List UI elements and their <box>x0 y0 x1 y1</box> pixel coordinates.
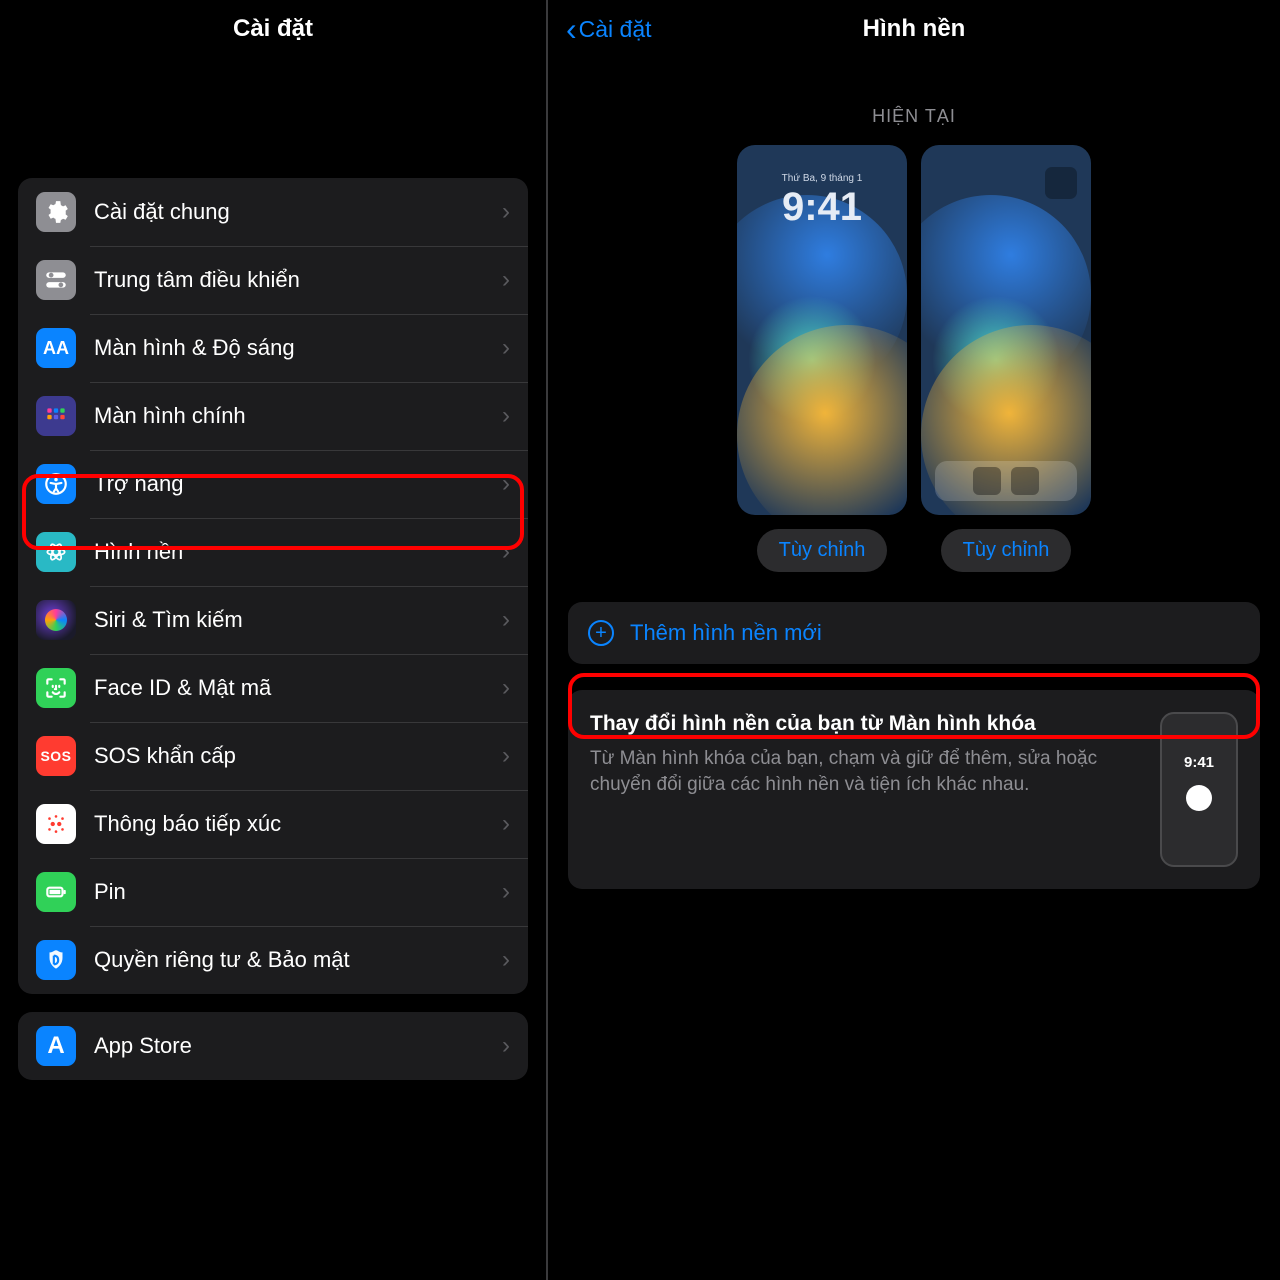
tip-body: Từ Màn hình khóa của bạn, chạm và giữ để… <box>590 746 1140 797</box>
back-button[interactable]: ‹ Cài đặt <box>566 13 652 45</box>
home-screen-icon <box>36 396 76 436</box>
chevron-right-icon: › <box>502 198 510 226</box>
chevron-right-icon: › <box>502 946 510 974</box>
add-wallpaper-button[interactable]: + Thêm hình nền mới <box>568 602 1260 664</box>
back-label: Cài đặt <box>579 16 652 43</box>
settings-row-privacy[interactable]: Quyền riêng tư & Bảo mật › <box>18 926 528 994</box>
row-label: Hình nền <box>94 539 502 565</box>
privacy-icon <box>36 940 76 980</box>
settings-row-siri[interactable]: Siri & Tìm kiếm › <box>18 586 528 654</box>
row-label: Siri & Tìm kiếm <box>94 607 502 633</box>
display-icon: AA <box>36 328 76 368</box>
settings-row-faceid[interactable]: Face ID & Mật mã › <box>18 654 528 722</box>
settings-row-accessibility[interactable]: Trợ năng › <box>18 450 528 518</box>
appstore-icon: A <box>36 1026 76 1066</box>
wallpaper-pane: ‹ Cài đặt Hình nền HIỆN TẠI Thứ Ba, 9 th… <box>548 0 1280 1280</box>
row-label: Màn hình & Độ sáng <box>94 335 502 361</box>
add-wallpaper-label: Thêm hình nền mới <box>630 620 822 646</box>
settings-row-control-center[interactable]: Trung tâm điều khiển › <box>18 246 528 314</box>
lock-date: Thứ Ba, 9 tháng 1 <box>737 173 907 184</box>
settings-row-sos[interactable]: SOS SOS khẩn cấp › <box>18 722 528 790</box>
cursor-dot-icon <box>1186 785 1212 811</box>
settings-row-display[interactable]: AA Màn hình & Độ sáng › <box>18 314 528 382</box>
row-label: Trung tâm điều khiển <box>94 267 502 293</box>
tip-time: 9:41 <box>1184 754 1214 771</box>
chevron-left-icon: ‹ <box>566 13 577 45</box>
accessibility-icon <box>36 464 76 504</box>
row-label: App Store <box>94 1033 502 1059</box>
customize-lock-button[interactable]: Tùy chỉnh <box>757 529 888 572</box>
lock-screen-preview[interactable]: Thứ Ba, 9 tháng 1 9:41 Tùy chỉnh <box>737 145 907 572</box>
settings-row-appstore[interactable]: A App Store › <box>18 1012 528 1080</box>
row-label: SOS khẩn cấp <box>94 743 502 769</box>
settings-row-general[interactable]: Cài đặt chung › <box>18 178 528 246</box>
settings-group-next: A App Store › <box>18 1012 528 1080</box>
chevron-right-icon: › <box>502 606 510 634</box>
home-screen-preview[interactable]: Tùy chỉnh <box>921 145 1091 572</box>
wallpaper-icon <box>36 532 76 572</box>
lock-thumb: Thứ Ba, 9 tháng 1 9:41 <box>737 145 907 515</box>
row-label: Thông báo tiếp xúc <box>94 811 502 837</box>
sos-icon: SOS <box>36 736 76 776</box>
row-label: Trợ năng <box>94 471 502 497</box>
settings-row-wallpaper[interactable]: Hình nền › <box>18 518 528 586</box>
row-label: Màn hình chính <box>94 403 502 429</box>
row-label: Face ID & Mật mã <box>94 675 502 701</box>
faceid-icon <box>36 668 76 708</box>
tip-text: Thay đổi hình nền của bạn từ Màn hình kh… <box>590 712 1140 867</box>
row-label: Quyền riêng tư & Bảo mật <box>94 947 502 973</box>
settings-group: Cài đặt chung › Trung tâm điều khiển › A… <box>18 178 528 994</box>
exposure-icon <box>36 804 76 844</box>
wallpaper-previews: Thứ Ba, 9 tháng 1 9:41 Tùy chỉnh Tùy chỉ… <box>548 145 1280 572</box>
chevron-right-icon: › <box>502 402 510 430</box>
settings-row-exposure[interactable]: Thông báo tiếp xúc › <box>18 790 528 858</box>
settings-row-battery[interactable]: Pin › <box>18 858 528 926</box>
page-title: Cài đặt <box>233 15 313 43</box>
lock-time: 9:41 <box>737 185 907 230</box>
home-thumb <box>921 145 1091 515</box>
chevron-right-icon: › <box>502 810 510 838</box>
row-label: Pin <box>94 879 502 905</box>
chevron-right-icon: › <box>502 674 510 702</box>
dock-icon <box>935 461 1077 501</box>
tip-thumb-icon: 9:41 <box>1160 712 1238 867</box>
settings-pane: Cài đặt Cài đặt chung › Trung tâm điều k… <box>0 0 548 1280</box>
plus-circle-icon: + <box>588 620 614 646</box>
chevron-right-icon: › <box>502 470 510 498</box>
widget-icon <box>1045 167 1077 199</box>
customize-home-button[interactable]: Tùy chỉnh <box>941 529 1072 572</box>
current-header: HIỆN TẠI <box>548 106 1280 127</box>
gear-icon <box>36 192 76 232</box>
chevron-right-icon: › <box>502 742 510 770</box>
chevron-right-icon: › <box>502 538 510 566</box>
siri-icon <box>36 600 76 640</box>
chevron-right-icon: › <box>502 266 510 294</box>
settings-title-bar: Cài đặt <box>0 0 546 58</box>
wallpaper-title-bar: ‹ Cài đặt Hình nền <box>548 0 1280 58</box>
chevron-right-icon: › <box>502 878 510 906</box>
battery-icon <box>36 872 76 912</box>
control-center-icon <box>36 260 76 300</box>
tip-title: Thay đổi hình nền của bạn từ Màn hình kh… <box>590 712 1140 736</box>
page-title: Hình nền <box>863 15 966 43</box>
chevron-right-icon: › <box>502 1032 510 1060</box>
settings-row-home-screen[interactable]: Màn hình chính › <box>18 382 528 450</box>
chevron-right-icon: › <box>502 334 510 362</box>
row-label: Cài đặt chung <box>94 199 502 225</box>
tip-card: Thay đổi hình nền của bạn từ Màn hình kh… <box>568 690 1260 889</box>
